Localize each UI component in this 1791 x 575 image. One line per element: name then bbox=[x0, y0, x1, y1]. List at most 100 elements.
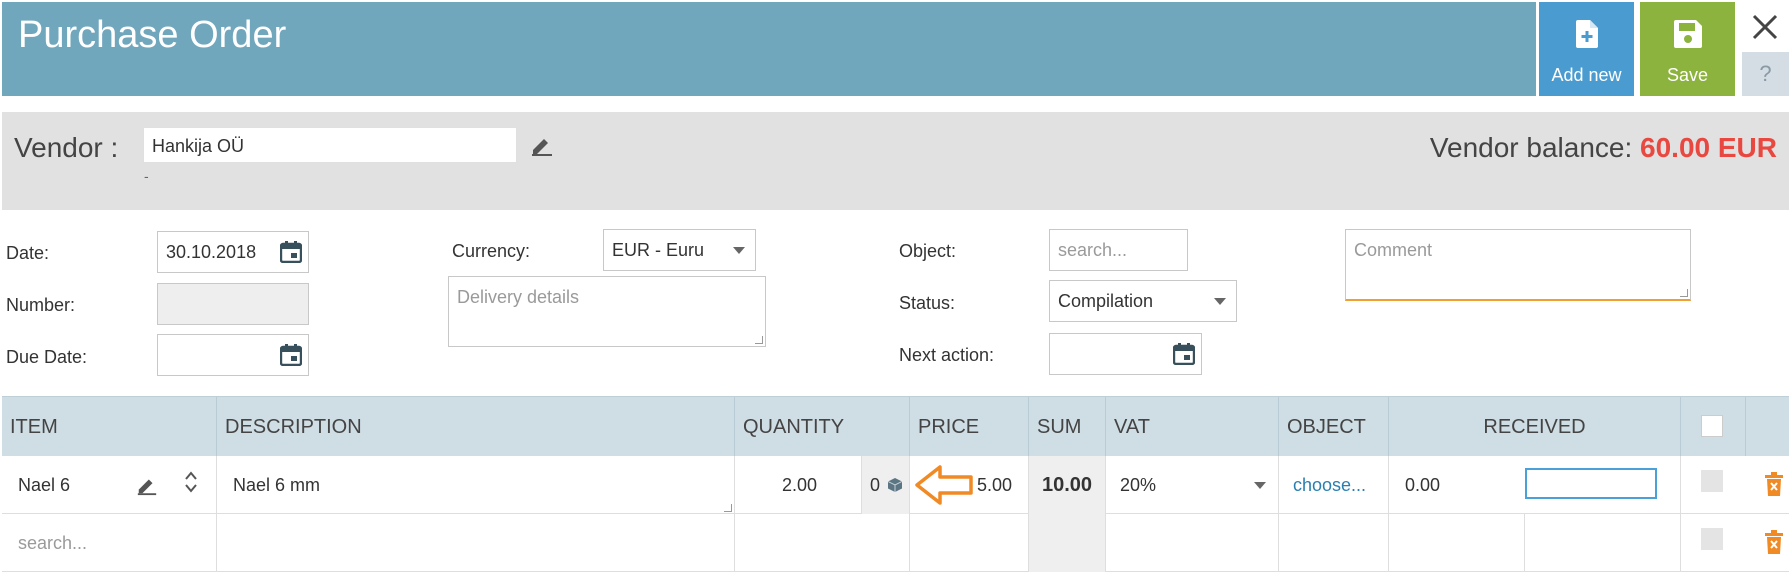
received-input[interactable] bbox=[1525, 468, 1657, 499]
next-action-input[interactable] bbox=[1049, 333, 1202, 375]
resize-handle[interactable] bbox=[755, 336, 763, 344]
sum-cell: 10.00 bbox=[1028, 456, 1105, 514]
vat-value: 20% bbox=[1120, 475, 1157, 495]
vat-select[interactable]: 20% bbox=[1105, 456, 1278, 514]
object-label: Object: bbox=[899, 241, 957, 261]
stock-cell: 0 bbox=[861, 456, 909, 514]
save-label: Save bbox=[1666, 65, 1709, 85]
price-cell[interactable] bbox=[909, 514, 1028, 572]
description-cell[interactable] bbox=[216, 514, 734, 572]
add-new-button[interactable]: Add new bbox=[1539, 2, 1634, 96]
resize-handle[interactable] bbox=[1680, 289, 1688, 297]
price-cell[interactable]: 5.00 bbox=[909, 456, 1028, 514]
calendar-icon[interactable] bbox=[1173, 343, 1195, 365]
table-row: Nael 6 Nael 6 mm 2.00 0 5.00 10.00 20% c… bbox=[2, 456, 1789, 514]
due-date-label: Due Date: bbox=[6, 347, 88, 367]
number-input[interactable] bbox=[157, 283, 309, 325]
column-header-select bbox=[1680, 397, 1745, 457]
quantity-cell[interactable] bbox=[734, 514, 909, 572]
pencil-icon bbox=[532, 139, 552, 156]
object-search-placeholder: search... bbox=[1058, 240, 1128, 260]
calendar-icon[interactable] bbox=[280, 344, 302, 366]
chevron-down-icon bbox=[733, 247, 745, 254]
arrow-left-icon bbox=[915, 465, 973, 505]
actions-cell bbox=[1745, 456, 1789, 514]
currency-label: Currency: bbox=[452, 241, 531, 261]
actions-cell bbox=[1745, 514, 1789, 572]
page-header: Purchase Order bbox=[2, 2, 1536, 96]
date-input[interactable]: 30.10.2018 bbox=[157, 231, 309, 273]
select-cell bbox=[1680, 456, 1745, 514]
column-header-received[interactable]: RECEIVED bbox=[1388, 397, 1680, 457]
vendor-balance-value: 60.00 EUR bbox=[1640, 132, 1777, 163]
received-value: 0.00 bbox=[1405, 475, 1441, 495]
select-cell bbox=[1680, 514, 1745, 572]
column-header-vat[interactable]: VAT bbox=[1105, 397, 1278, 457]
file-plus-icon bbox=[1575, 20, 1598, 48]
status-label: Status: bbox=[899, 293, 956, 313]
quantity-cell[interactable]: 2.00 bbox=[734, 456, 861, 514]
vendor-balance-label: Vendor balance: bbox=[1429, 132, 1633, 163]
vendor-edit-button[interactable] bbox=[530, 134, 554, 161]
status-value: Compilation bbox=[1058, 291, 1154, 311]
column-header-quantity[interactable]: QUANTITY bbox=[734, 397, 909, 457]
column-header-item[interactable]: ITEM bbox=[2, 397, 216, 457]
comment-placeholder: Comment bbox=[1354, 240, 1433, 260]
date-value: 30.10.2018 bbox=[166, 242, 257, 262]
column-header-object[interactable]: OBJECT bbox=[1278, 397, 1388, 457]
help-button[interactable]: ? bbox=[1742, 52, 1789, 96]
next-action-label: Next action: bbox=[899, 345, 995, 365]
received-cell bbox=[1388, 514, 1680, 572]
column-header-sum[interactable]: SUM bbox=[1028, 397, 1105, 457]
object-cell[interactable] bbox=[1278, 514, 1388, 572]
row-checkbox[interactable] bbox=[1701, 470, 1723, 492]
trash-icon[interactable] bbox=[1765, 530, 1783, 554]
object-cell[interactable]: choose... bbox=[1278, 456, 1388, 514]
item-cell[interactable]: Nael 6 bbox=[2, 456, 216, 514]
currency-select[interactable]: EUR - Euru bbox=[603, 229, 756, 271]
item-search-input[interactable]: search... bbox=[2, 514, 216, 572]
pencil-icon[interactable] bbox=[136, 474, 158, 496]
object-choose-link[interactable]: choose... bbox=[1293, 475, 1366, 495]
row-checkbox[interactable] bbox=[1701, 528, 1723, 550]
number-label: Number: bbox=[6, 295, 76, 315]
floppy-disk-icon bbox=[1673, 20, 1702, 48]
due-date-input[interactable] bbox=[157, 334, 309, 376]
delivery-details-textarea[interactable]: Delivery details bbox=[448, 276, 766, 347]
vendor-subtext: - bbox=[144, 168, 149, 184]
sum-value: 10.00 bbox=[1041, 474, 1093, 496]
resize-handle[interactable] bbox=[724, 504, 732, 512]
save-button[interactable]: Save bbox=[1640, 2, 1735, 96]
received-cell: 0.00 bbox=[1388, 456, 1680, 514]
box-icon bbox=[888, 478, 902, 492]
page-title: Purchase Order bbox=[18, 14, 287, 56]
close-icon bbox=[1752, 14, 1778, 40]
column-header-description[interactable]: DESCRIPTION bbox=[216, 397, 734, 457]
currency-value: EUR - Euru bbox=[612, 240, 705, 260]
vat-cell[interactable] bbox=[1105, 514, 1278, 572]
quantity-value: 2.00 bbox=[781, 475, 817, 495]
vendor-input[interactable]: Hankija OÜ bbox=[143, 127, 517, 163]
select-all-checkbox[interactable] bbox=[1701, 415, 1723, 437]
status-select[interactable]: Compilation bbox=[1049, 280, 1237, 322]
calendar-icon[interactable] bbox=[280, 241, 302, 263]
stock-value: 0 bbox=[870, 475, 881, 495]
object-search-input[interactable]: search... bbox=[1049, 229, 1188, 271]
question-icon: ? bbox=[1759, 61, 1772, 86]
column-header-actions bbox=[1745, 397, 1789, 457]
vendor-balance: Vendor balance: 60.00 EUR bbox=[1430, 132, 1777, 164]
description-value: Nael 6 mm bbox=[233, 475, 321, 495]
table-row-new: search... bbox=[2, 514, 1789, 572]
comment-textarea[interactable]: Comment bbox=[1345, 229, 1691, 301]
description-cell[interactable]: Nael 6 mm bbox=[216, 456, 734, 514]
item-name: Nael 6 bbox=[18, 475, 71, 495]
delivery-details-placeholder: Delivery details bbox=[457, 287, 580, 307]
close-button[interactable] bbox=[1742, 6, 1788, 48]
sort-icon[interactable] bbox=[184, 470, 198, 494]
trash-icon[interactable] bbox=[1765, 472, 1783, 496]
column-header-price[interactable]: PRICE bbox=[909, 397, 1028, 457]
sum-cell bbox=[1028, 514, 1105, 572]
received-value-box bbox=[1389, 514, 1525, 571]
date-label: Date: bbox=[6, 243, 50, 263]
add-new-label: Add new bbox=[1551, 65, 1622, 85]
